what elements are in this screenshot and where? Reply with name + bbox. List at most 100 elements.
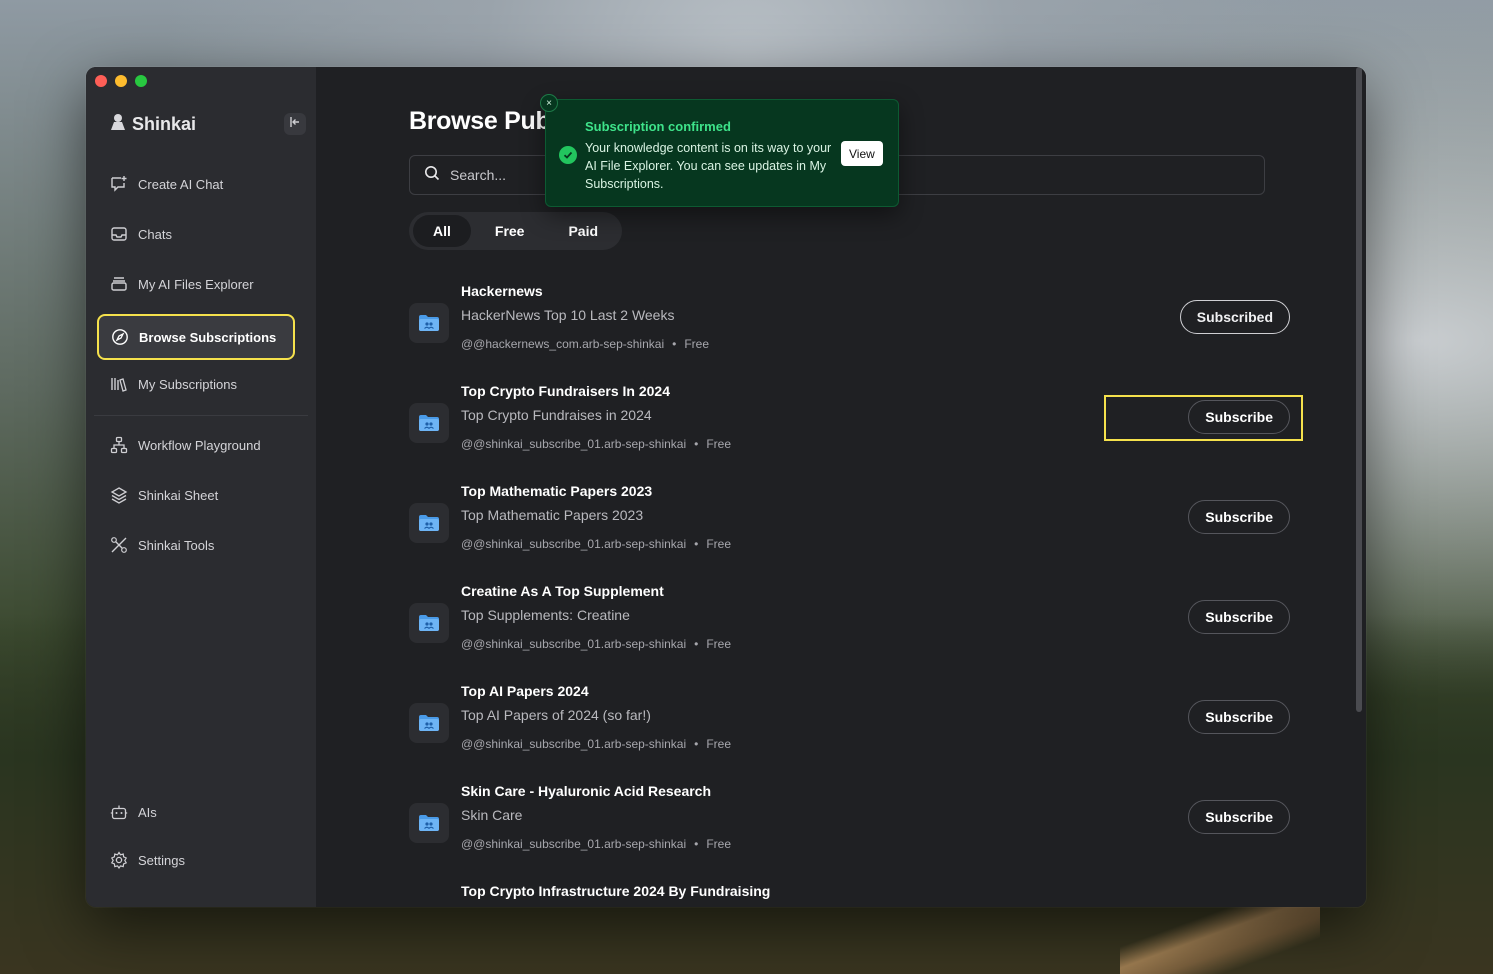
toast-title: Subscription confirmed [585,119,731,134]
toast-view-button[interactable]: View [841,141,883,166]
sidebar-item-label: Settings [138,852,185,868]
shared-folder-icon [409,603,449,643]
workflow-icon [110,436,128,454]
inbox-icon [110,225,128,243]
item-owner: @@shinkai_subscribe_01.arb-sep-shinkai [461,437,687,451]
item-title: Creatine As A Top Supplement [461,583,664,599]
sidebar-item-label: Shinkai Sheet [138,487,219,503]
sidebar-item-label: My Subscriptions [138,376,237,392]
sidebar-item-shinkai-sheet[interactable]: Shinkai Sheet [98,475,304,515]
main-scrollbar[interactable] [1356,67,1362,712]
check-circle-icon [559,146,577,164]
library-icon [110,375,128,393]
item-price: Free [706,837,732,851]
item-owner: @@shinkai_subscribe_01.arb-sep-shinkai [461,537,687,551]
subscription-list-item: Hackernews HackerNews Top 10 Last 2 Week… [409,283,1290,373]
subscribe-button[interactable]: Subscribe [1188,700,1290,734]
item-owner: @@hackernews_com.arb-sep-shinkai [461,337,665,351]
item-meta: @@shinkai_subscribe_01.arb-sep-shinkai •… [461,637,731,651]
item-description: Top Supplements: Creatine [461,607,630,623]
archive-icon [110,275,128,293]
minimize-window-button[interactable] [115,75,127,87]
subscribe-button[interactable]: Subscribe [1188,600,1290,634]
sidebar-item-my-subscriptions[interactable]: My Subscriptions [98,364,304,404]
item-price: Free [706,437,732,451]
item-title: Top AI Papers 2024 [461,683,589,699]
bot-icon [110,803,128,821]
item-title: Hackernews [461,283,543,299]
item-meta: @@shinkai_subscribe_01.arb-sep-shinkai •… [461,837,731,851]
item-owner: @@shinkai_subscribe_01.arb-sep-shinkai [461,637,687,651]
app-name: Shinkai [132,114,197,134]
item-description: Top Crypto Fundraises in 2024 [461,407,652,423]
item-price: Free [706,537,732,551]
subscription-list-item: Top AI Papers 2024 Top AI Papers of 2024… [409,683,1290,773]
sidebar-item-label: AIs [138,804,157,820]
item-title: Top Crypto Fundraisers In 2024 [461,383,671,399]
sidebar-item-label: Browse Subscriptions [139,329,277,345]
sidebar-item-browse-subscriptions[interactable]: Browse Subscriptions [97,314,295,360]
shared-folder-icon [409,403,449,443]
sidebar-item-ais[interactable]: AIs [98,792,304,832]
item-meta: @@shinkai_subscribe_01.arb-sep-shinkai •… [461,537,731,551]
toast-close-button[interactable]: × [540,94,558,112]
item-owner: @@shinkai_subscribe_01.arb-sep-shinkai [461,737,687,751]
gear-icon [110,851,128,869]
subscription-list-item: Top Mathematic Papers 2023 Top Mathemati… [409,483,1290,573]
sidebar-item-label: My AI Files Explorer [138,276,254,292]
subscription-list-item: Skin Care - Hyaluronic Acid Research Ski… [409,783,1290,873]
filter-tab-all[interactable]: All [413,215,471,247]
sidebar-item-shinkai-tools[interactable]: Shinkai Tools [98,525,304,565]
sidebar-item-chats[interactable]: Chats [98,214,304,254]
sidebar-item-workflow-playground[interactable]: Workflow Playground [98,425,304,465]
chat-plus-icon [110,175,128,193]
item-description: HackerNews Top 10 Last 2 Weeks [461,307,675,323]
subscribe-button-highlight [1104,395,1303,441]
item-price: Free [706,737,732,751]
item-meta: @@shinkai_subscribe_01.arb-sep-shinkai •… [461,737,731,751]
sidebar-item-my-ai-files-explorer[interactable]: My AI Files Explorer [98,264,304,304]
subscribe-button[interactable]: Subscribe [1188,500,1290,534]
item-description: Top Mathematic Papers 2023 [461,507,644,523]
shared-folder-icon [409,303,449,343]
sidebar-item-label: Shinkai Tools [138,537,215,553]
meta-separator: • [694,537,699,551]
sidebar-item-label: Chats [138,226,172,242]
subscription-list-item: Top Crypto Infrastructure 2024 By Fundra… [409,883,1289,907]
shared-folder-icon [409,803,449,843]
filter-tab-free[interactable]: Free [475,215,545,247]
meta-separator: • [694,637,699,651]
sidebar: Shinkai Create AI Chat Chats My AI Files… [86,67,316,907]
sidebar-divider [94,415,308,416]
collapse-sidebar-button[interactable] [284,113,306,135]
price-filter-tabs: All Free Paid [409,212,623,250]
subscribe-button[interactable]: Subscribe [1188,800,1290,834]
subscribed-button[interactable]: Subscribed [1179,300,1290,334]
zoom-window-button[interactable] [135,75,147,87]
close-window-button[interactable] [95,75,107,87]
window-controls [95,75,147,87]
shared-folder-icon [409,503,449,543]
toast-message: Your knowledge content is on its way to … [585,141,832,191]
sidebar-item-settings[interactable]: Settings [98,840,304,880]
shinkai-logo-icon [110,113,126,136]
subscription-toast: × Subscription confirmed Your knowledge … [540,94,899,207]
item-title: Top Mathematic Papers 2023 [461,483,653,499]
sidebar-item-label: Create AI Chat [138,176,224,192]
compass-icon [111,328,129,346]
item-title: Skin Care - Hyaluronic Acid Research [461,783,712,799]
page-title: Browse Publ [409,107,558,135]
tools-icon [110,536,128,554]
item-price: Free [706,637,732,651]
meta-separator: • [694,437,699,451]
item-price: Free [684,337,709,351]
layers-icon [110,486,128,504]
filter-tab-paid[interactable]: Paid [548,215,618,247]
item-owner: @@shinkai_subscribe_01.arb-sep-shinkai [461,837,687,851]
item-meta: @@shinkai_subscribe_01.arb-sep-shinkai •… [461,437,731,451]
subscription-list-item: Creatine As A Top Supplement Top Supplem… [409,583,1290,673]
sidebar-item-create-ai-chat[interactable]: Create AI Chat [98,164,304,204]
meta-separator: • [694,837,699,851]
meta-separator: • [694,737,699,751]
sidebar-item-label: Workflow Playground [138,437,261,453]
